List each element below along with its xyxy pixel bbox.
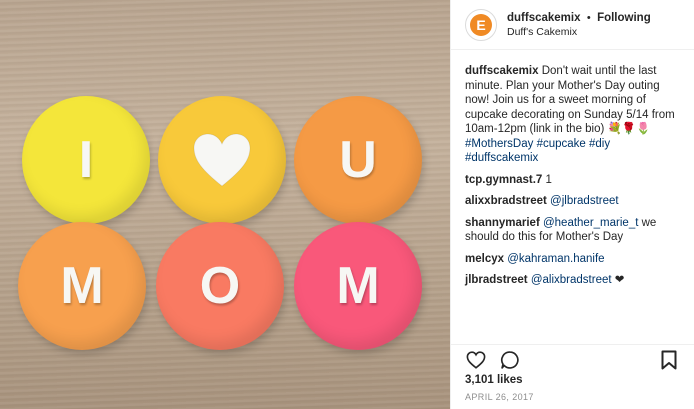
comment-item: shannymarief @heather_marie_t we should …: [465, 216, 680, 245]
comment-item: jlbradstreet @alixbradstreet ❤: [465, 273, 680, 288]
header-separator: •: [586, 12, 591, 24]
heart-icon: [193, 133, 251, 187]
display-name: Duff's Cakemix: [507, 26, 578, 38]
post-header: E duffscakemix • Following Duff's Cakemi…: [451, 0, 694, 50]
comment-item: tcp.gymnast.7 1: [465, 173, 680, 188]
cupcake-letter: I: [78, 131, 94, 189]
comment-text: ❤: [614, 274, 625, 286]
instagram-post: I U M O M E duffscakemix • Following Duf…: [0, 0, 694, 409]
avatar[interactable]: E: [465, 8, 497, 41]
comment-mention[interactable]: @alixbradstreet: [531, 274, 612, 286]
cupcake-letter: M: [60, 257, 104, 315]
action-bar: [451, 344, 694, 374]
heart-outline-icon: [466, 350, 486, 369]
post-sidebar: E duffscakemix • Following Duff's Cakemi…: [450, 0, 694, 409]
header-username[interactable]: duffscakemix: [507, 12, 581, 24]
caption: duffscakemix Don't wait until the last m…: [465, 64, 680, 166]
likes-count[interactable]: 3,101 likes: [465, 374, 523, 386]
comment-username[interactable]: shannymarief: [465, 217, 540, 229]
like-button[interactable]: [465, 349, 487, 371]
comment-username[interactable]: alixxbradstreet: [465, 195, 547, 207]
comment-mention[interactable]: @jlbradstreet: [550, 195, 619, 207]
comment-username[interactable]: tcp.gymnast.7: [465, 174, 542, 186]
comment-icon: [500, 350, 519, 369]
comment-item: melcyx @kahraman.hanife: [465, 252, 680, 267]
comment-username[interactable]: melcyx: [465, 253, 504, 265]
cupcake-m-second: M: [294, 222, 422, 350]
duffs-logo-icon: E: [470, 13, 492, 36]
cupcake-letter: M: [336, 257, 380, 315]
cupcake-o: O: [156, 222, 284, 350]
bookmark-icon: [661, 350, 677, 369]
cupcake-u: U: [294, 96, 422, 224]
following-button[interactable]: Following: [597, 12, 651, 24]
cupcake-i: I: [22, 96, 150, 224]
cupcake-heart: [158, 96, 286, 224]
post-photo[interactable]: I U M O M: [0, 0, 450, 409]
header-text: duffscakemix • Following Duff's Cakemix: [507, 10, 651, 39]
comment-button[interactable]: [499, 349, 521, 371]
caption-username[interactable]: duffscakemix: [465, 65, 539, 77]
post-date: APRIL 26, 2017: [465, 392, 534, 402]
comment-username[interactable]: jlbradstreet: [465, 274, 528, 286]
caption-hashtags[interactable]: #MothersDay #cupcake #diy #duffscakemix: [465, 138, 610, 165]
comment-mention[interactable]: @heather_marie_t: [543, 217, 638, 229]
cupcake-letter: O: [199, 257, 241, 315]
comment-item: alixxbradstreet @jlbradstreet: [465, 194, 680, 209]
bookmark-button[interactable]: [658, 349, 680, 371]
cupcake-m-first: M: [18, 222, 146, 350]
cupcake-letter: U: [339, 131, 377, 189]
comments-list: duffscakemix Don't wait until the last m…: [451, 50, 694, 340]
comment-text: 1: [545, 173, 552, 186]
comment-mention[interactable]: @kahraman.hanife: [507, 253, 604, 265]
